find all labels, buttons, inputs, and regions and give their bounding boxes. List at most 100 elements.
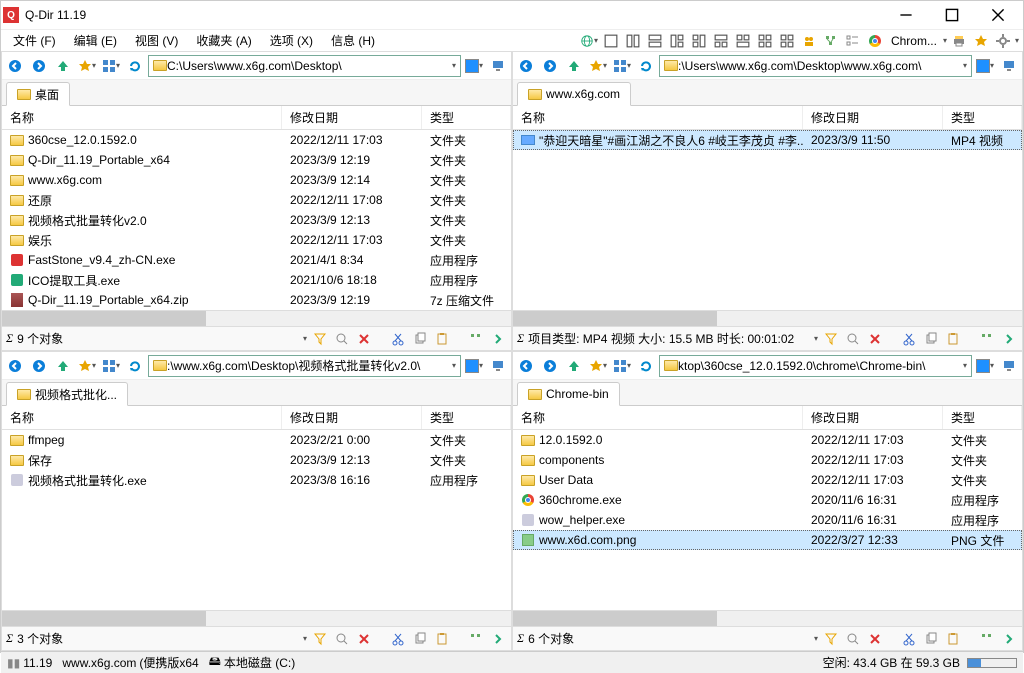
view-mode-icon[interactable]: ▾ [611, 355, 633, 377]
col-name[interactable]: 名称 [2, 106, 282, 129]
pane-color-button[interactable]: ▾ [974, 55, 996, 77]
goto-icon[interactable] [489, 630, 507, 648]
nav-up-icon[interactable] [563, 55, 585, 77]
goto-icon[interactable] [489, 330, 507, 348]
nav-forward-icon[interactable] [539, 55, 561, 77]
address-bar[interactable]: :\www.x6g.com\Desktop\视频格式批量转化v2.0\ ▾ [148, 355, 461, 377]
nav-forward-icon[interactable] [539, 355, 561, 377]
monitor-icon[interactable] [487, 355, 509, 377]
gear-icon[interactable] [993, 31, 1013, 51]
cut-icon[interactable] [900, 330, 918, 348]
copy-icon[interactable] [411, 330, 429, 348]
address-bar[interactable]: :\Users\www.x6g.com\Desktop\www.x6g.com\… [659, 55, 972, 77]
col-date[interactable]: 修改日期 [282, 406, 422, 429]
address-bar[interactable]: ktop\360cse_12.0.1592.0\chrome\Chrome-bi… [659, 355, 972, 377]
file-row[interactable]: 12.0.1592.0 2022/12/11 17:03 文件夹 [513, 430, 1022, 450]
menu-file[interactable]: 文件 (F) [5, 30, 64, 51]
layout-1-icon[interactable] [601, 31, 621, 51]
col-date[interactable]: 修改日期 [803, 106, 943, 129]
star-icon[interactable] [971, 31, 991, 51]
refresh-icon[interactable] [635, 55, 657, 77]
search-icon[interactable] [333, 630, 351, 648]
file-row[interactable]: components 2022/12/11 17:03 文件夹 [513, 450, 1022, 470]
filter-icon[interactable] [822, 630, 840, 648]
file-list[interactable]: 12.0.1592.0 2022/12/11 17:03 文件夹 compone… [513, 430, 1022, 610]
col-date[interactable]: 修改日期 [282, 106, 422, 129]
search-icon[interactable] [333, 330, 351, 348]
filter-icon[interactable] [311, 630, 329, 648]
tree-small-icon[interactable] [978, 630, 996, 648]
address-bar[interactable]: C:\Users\www.x6g.com\Desktop\ ▾ [148, 55, 461, 77]
file-row[interactable]: 保存 2023/3/9 12:13 文件夹 [2, 450, 511, 470]
horizontal-scrollbar[interactable] [2, 310, 511, 326]
file-row[interactable]: 视频格式批量转化v2.0 2023/3/9 12:13 文件夹 [2, 210, 511, 230]
file-row[interactable]: 360cse_12.0.1592.0 2022/12/11 17:03 文件夹 [2, 130, 511, 150]
favorites-icon[interactable]: ▾ [587, 355, 609, 377]
tree-icon[interactable] [821, 31, 841, 51]
layout-4-icon[interactable] [755, 31, 775, 51]
chevron-down-icon[interactable]: ▾ [963, 61, 967, 70]
file-list[interactable]: 360cse_12.0.1592.0 2022/12/11 17:03 文件夹 … [2, 130, 511, 310]
file-row[interactable]: 360chrome.exe 2020/11/6 16:31 应用程序 [513, 490, 1022, 510]
col-type[interactable]: 类型 [943, 406, 1022, 429]
chevron-down-icon[interactable]: ▾ [963, 361, 967, 370]
chevron-down-icon[interactable]: ▾ [452, 61, 456, 70]
view-mode-icon[interactable]: ▾ [100, 355, 122, 377]
chevron-down-icon[interactable]: ▾ [303, 634, 307, 643]
file-row[interactable]: ICO提取工具.exe 2021/10/6 18:18 应用程序 [2, 270, 511, 290]
col-type[interactable]: 类型 [422, 406, 511, 429]
layout-3b-icon[interactable] [689, 31, 709, 51]
file-row[interactable]: Q-Dir_11.19_Portable_x64.zip 2023/3/9 12… [2, 290, 511, 310]
horizontal-scrollbar[interactable] [513, 310, 1022, 326]
people-icon[interactable] [799, 31, 819, 51]
layout-2v-icon[interactable] [623, 31, 643, 51]
minimize-button[interactable] [883, 1, 929, 29]
maximize-button[interactable] [929, 1, 975, 29]
tab[interactable]: www.x6g.com [517, 82, 631, 106]
paste-icon[interactable] [433, 330, 451, 348]
delete-icon[interactable] [355, 630, 373, 648]
favorites-icon[interactable]: ▾ [587, 55, 609, 77]
nav-up-icon[interactable] [563, 355, 585, 377]
file-list[interactable]: "恭迎天暗星"#画江湖之不良人6 #岐王李茂贞 #李... 2023/3/9 1… [513, 130, 1022, 310]
file-row[interactable]: www.x6d.com.png 2022/3/27 12:33 PNG 文件 [513, 530, 1022, 550]
file-row[interactable]: ffmpeg 2023/2/21 0:00 文件夹 [2, 430, 511, 450]
tab[interactable]: Chrome-bin [517, 382, 620, 406]
nav-back-icon[interactable] [515, 55, 537, 77]
filter-icon[interactable] [822, 330, 840, 348]
refresh-icon[interactable] [124, 355, 146, 377]
view-mode-icon[interactable]: ▾ [100, 55, 122, 77]
tab[interactable]: 桌面 [6, 82, 70, 106]
col-name[interactable]: 名称 [513, 106, 803, 129]
file-row[interactable]: wow_helper.exe 2020/11/6 16:31 应用程序 [513, 510, 1022, 530]
refresh-icon[interactable] [124, 55, 146, 77]
file-row[interactable]: Q-Dir_11.19_Portable_x64 2023/3/9 12:19 … [2, 150, 511, 170]
copy-icon[interactable] [411, 630, 429, 648]
close-button[interactable] [975, 1, 1021, 29]
chevron-down-icon[interactable]: ▾ [452, 361, 456, 370]
horizontal-scrollbar[interactable] [513, 610, 1022, 626]
goto-icon[interactable] [1000, 330, 1018, 348]
cut-icon[interactable] [389, 630, 407, 648]
col-date[interactable]: 修改日期 [803, 406, 943, 429]
menu-options[interactable]: 选项 (X) [262, 30, 321, 51]
menu-favorites[interactable]: 收藏夹 (A) [188, 30, 259, 51]
pane-color-button[interactable]: ▾ [463, 55, 485, 77]
paste-icon[interactable] [944, 630, 962, 648]
nav-up-icon[interactable] [52, 55, 74, 77]
file-row[interactable]: 视频格式批量转化.exe 2023/3/8 16:16 应用程序 [2, 470, 511, 490]
tree-small-icon[interactable] [467, 630, 485, 648]
search-icon[interactable] [844, 630, 862, 648]
menu-info[interactable]: 信息 (H) [323, 30, 383, 51]
nav-back-icon[interactable] [515, 355, 537, 377]
monitor-icon[interactable] [487, 55, 509, 77]
pane-color-button[interactable]: ▾ [463, 355, 485, 377]
refresh-icon[interactable] [635, 355, 657, 377]
globe-icon[interactable]: ▾ [579, 31, 599, 51]
chevron-down-icon[interactable]: ▾ [1015, 36, 1019, 45]
delete-icon[interactable] [866, 330, 884, 348]
tab[interactable]: 视频格式批化... [6, 382, 128, 406]
file-row[interactable]: "恭迎天暗星"#画江湖之不良人6 #岐王李茂贞 #李... 2023/3/9 1… [513, 130, 1022, 150]
chevron-down-icon[interactable]: ▾ [814, 634, 818, 643]
cut-icon[interactable] [900, 630, 918, 648]
